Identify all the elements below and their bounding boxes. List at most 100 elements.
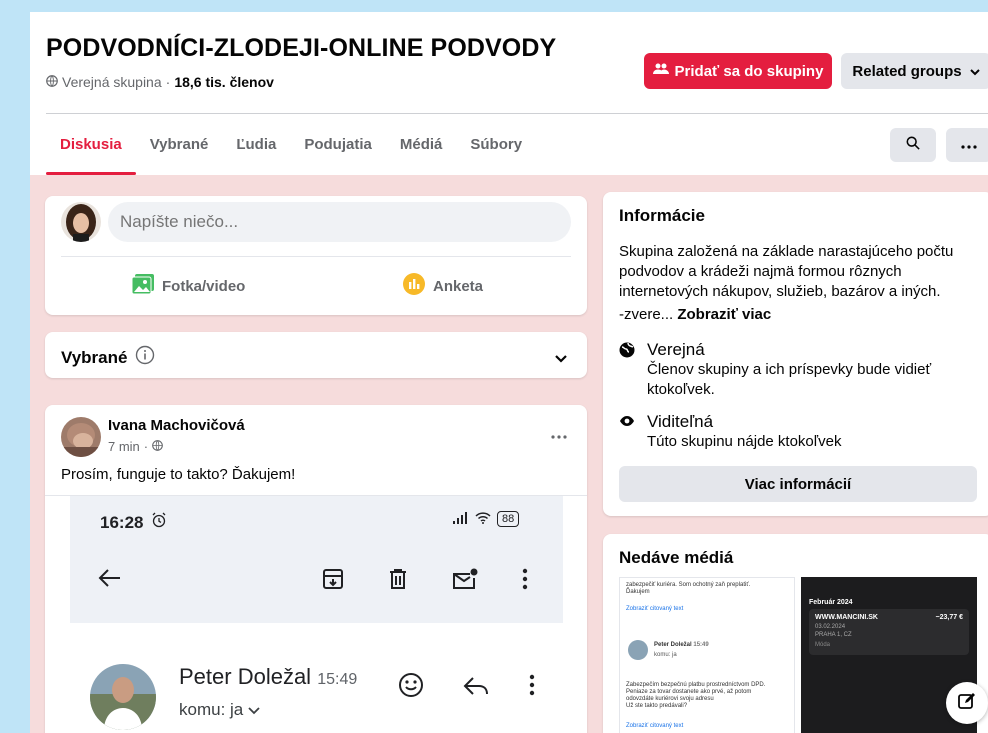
sender-avatar — [90, 664, 156, 730]
recent-media-heading: Nedáve médiá — [619, 548, 734, 567]
eye-icon — [619, 414, 635, 452]
search-button[interactable] — [890, 128, 936, 162]
new-message-button[interactable] — [946, 682, 988, 724]
wifi-icon — [475, 511, 491, 527]
post-time[interactable]: 7 min — [108, 439, 140, 454]
tab-events[interactable]: Podujatia — [290, 128, 386, 175]
info-icon[interactable] — [135, 345, 155, 370]
archive-icon — [322, 568, 344, 595]
post-author-name[interactable]: Ivana Machovičová — [108, 417, 245, 434]
tab-people[interactable]: Ľudia — [222, 128, 290, 175]
public-description: Členov skupiny a ich príspevky bude vidi… — [647, 361, 932, 398]
battery-indicator: 88 — [497, 511, 520, 527]
thumb-amount: −23,77 € — [935, 614, 963, 621]
join-group-button[interactable]: Pridať sa do skupiny — [644, 53, 832, 89]
tab-discussion[interactable]: Diskusia — [46, 128, 136, 175]
tab-media[interactable]: Médiá — [386, 128, 457, 175]
back-arrow-icon — [98, 568, 122, 593]
signal-icon — [453, 511, 469, 527]
public-title: Verejná — [647, 340, 705, 359]
tab-featured[interactable]: Vybrané — [136, 128, 223, 175]
group-members: 18,6 tis. členov — [174, 74, 274, 90]
public-info: Verejná Členov skupiny a ich príspevky b… — [619, 340, 967, 400]
join-group-label: Pridať sa do skupiny — [674, 62, 824, 80]
globe-icon — [619, 342, 635, 400]
sender-time: 15:49 — [317, 671, 358, 688]
post-meta: 7 min · — [108, 439, 164, 454]
thumb-text: odovzdáte kuriérovi svoju adresu — [626, 696, 714, 702]
photo-video-button[interactable]: Fotka/video — [131, 268, 245, 304]
visible-info: Viditeľná Túto skupinu nájde ktokoľvek — [619, 412, 967, 452]
thumb-text: zabezpečiť kuriéra. Som ochotný zaň prep… — [626, 582, 751, 588]
user-avatar[interactable] — [61, 202, 101, 242]
post-text: Prosím, funguje to takto? Ďakujem! — [61, 466, 296, 483]
group-title: PODVODNÍCI-ZLODEJI-ONLINE PODVODY — [46, 34, 557, 62]
thumb-recipient: komu: ja — [654, 652, 677, 658]
feed-post: Ivana Machovičová 7 min · Prosím, funguj… — [45, 405, 587, 733]
chevron-down-icon[interactable] — [555, 350, 567, 368]
post-more-icon[interactable] — [551, 423, 567, 444]
recent-media-card: Nedáve médiá zabezpečiť kuriéra. Som och… — [603, 534, 988, 733]
post-image[interactable]: 16:28 88 Peter Doležal 15:49 komu: ja — [45, 495, 587, 733]
globe-icon — [152, 439, 164, 454]
related-groups-label: Related groups — [852, 62, 962, 80]
recipient-line: komu: ja — [179, 700, 260, 720]
thumb-sender-time: 15:49 — [693, 642, 709, 648]
thumb-text: Zabezpečím bezpečnú platbu prostredníctv… — [626, 682, 766, 688]
globe-icon — [46, 74, 58, 90]
sender-name: Peter Doležal 15:49 — [179, 664, 357, 690]
group-header: PODVODNÍCI-ZLODEJI-ONLINE PODVODY Verejn… — [30, 12, 988, 175]
phone-status-icons: 88 — [453, 511, 520, 527]
about-card: Informácie Skupina založená na základe n… — [603, 192, 988, 516]
about-heading: Informácie — [619, 206, 705, 225]
related-groups-button[interactable]: Related groups — [841, 53, 988, 89]
thumb-sender: Peter Doležal 15:49 — [654, 642, 709, 648]
thumb-text: Už ste takto predávali? — [626, 703, 688, 709]
post-meta-separator: · — [143, 439, 149, 454]
phone-status-time: 16:28 — [100, 512, 167, 533]
about-truncated: -zvere... — [619, 306, 674, 323]
poll-button[interactable]: Anketa — [403, 268, 483, 304]
search-icon — [906, 136, 920, 155]
thumb-text: Ďakujem — [626, 589, 650, 595]
chevron-down-icon — [969, 63, 980, 80]
visible-title: Viditeľná — [647, 412, 714, 431]
media-thumbnail[interactable]: zabezpečiť kuriéra. Som ochotný zaň prep… — [619, 577, 795, 733]
poll-label: Anketa — [433, 277, 484, 295]
thumb-link: Zobraziť citovaný text — [626, 723, 684, 729]
about-description: Skupina založená na základe narastajúceh… — [619, 243, 954, 300]
email-app-bar: 16:28 88 — [70, 496, 563, 623]
phone-clock: 16:28 — [100, 512, 144, 532]
thumb-date: 03.02.2024 — [815, 624, 846, 630]
chevron-down-icon — [248, 700, 260, 719]
post-author-avatar[interactable] — [61, 417, 101, 457]
header-divider — [46, 113, 988, 114]
composer-divider — [61, 256, 571, 257]
thumb-city: PRAHA 1, CZ — [815, 632, 852, 638]
thumb-merchant: WWW.MANCINI.SK — [815, 614, 878, 621]
composer-input[interactable] — [108, 202, 571, 242]
more-options-button[interactable] — [946, 128, 988, 162]
more-vertical-icon — [522, 568, 528, 595]
group-tabs: Diskusia Vybrané Ľudia Podujatia Médiá S… — [46, 128, 536, 175]
reply-icon — [463, 676, 489, 701]
thumb-tag: Móda — [815, 642, 831, 648]
more-horizontal-icon — [961, 136, 977, 154]
about-more-line: -zvere... Zobraziť viac — [619, 306, 771, 323]
featured-section[interactable]: Vybrané — [45, 332, 587, 378]
trash-icon — [388, 568, 408, 595]
more-info-button[interactable]: Viac informácií — [619, 466, 977, 502]
post-composer: Fotka/video Anketa — [45, 196, 587, 315]
users-icon — [652, 62, 669, 80]
more-vertical-icon — [529, 674, 535, 701]
group-page: PODVODNÍCI-ZLODEJI-ONLINE PODVODY Verejn… — [30, 12, 988, 733]
visible-info-text: Viditeľná Túto skupinu nájde ktokoľvek — [647, 412, 967, 452]
tab-files[interactable]: Súbory — [456, 128, 536, 175]
thumb-avatar — [628, 640, 648, 660]
emoji-icon — [398, 672, 424, 703]
thumb-text: Peniaze za tovar dostanete ako prvé, až … — [626, 689, 752, 695]
thumb-transaction: WWW.MANCINI.SK −23,77 € 03.02.2024 PRAHA… — [809, 609, 969, 655]
show-more-link[interactable]: Zobraziť viac — [677, 306, 771, 323]
subtitle-separator: · — [165, 74, 171, 90]
group-subtitle: Verejná skupina · 18,6 tis. členov — [46, 74, 274, 90]
